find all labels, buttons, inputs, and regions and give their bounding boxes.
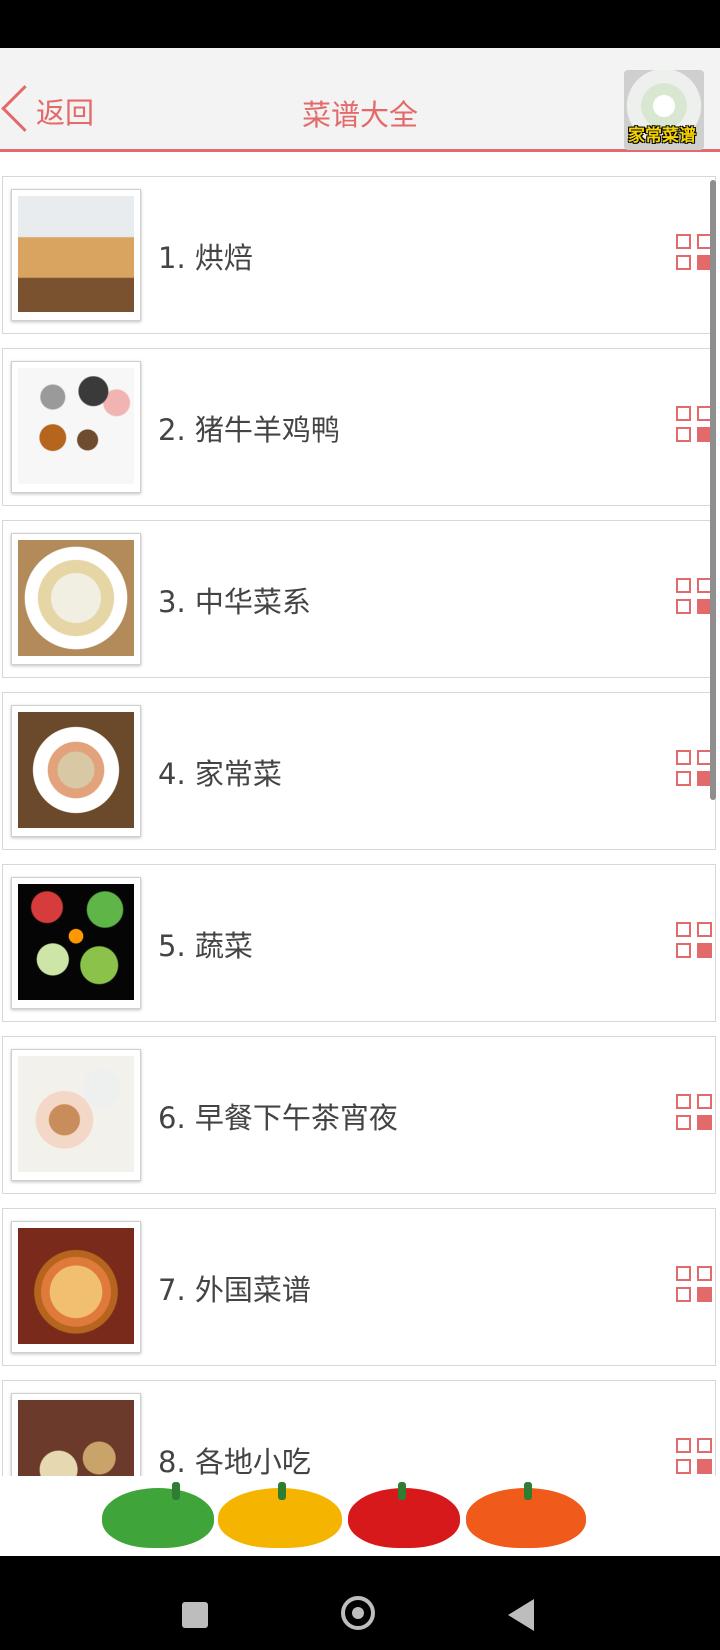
orange-pepper-image [466, 1482, 586, 1548]
grid-icon[interactable] [676, 578, 714, 616]
app-header: 返回 菜谱大全 [0, 48, 720, 152]
grid-icon[interactable] [676, 1266, 714, 1304]
list-item[interactable]: 5. 蔬菜 [2, 864, 716, 1022]
thumbnail-frame [11, 189, 141, 321]
red-pepper-image [348, 1482, 460, 1548]
ad-banner[interactable] [0, 1476, 720, 1556]
list-item-label: 5. 蔬菜 [158, 929, 253, 963]
list-item-label: 1. 烘焙 [158, 241, 253, 275]
home-icon[interactable] [341, 1596, 375, 1630]
logo-text: 家常菜谱 [628, 126, 696, 146]
list-item-label: 4. 家常菜 [158, 757, 282, 791]
yellow-pepper-image [218, 1482, 342, 1548]
list-item-label: 3. 中华菜系 [158, 585, 311, 619]
thumbnail-frame [11, 533, 141, 665]
app-logo: 家常菜谱 [624, 70, 704, 150]
thumbnail-frame [11, 1221, 141, 1353]
list-item-label: 7. 外国菜谱 [158, 1273, 311, 1307]
stirfry-thumbnail [18, 712, 134, 828]
system-nav-bar [0, 1556, 720, 1650]
list-item[interactable]: 1. 烘焙 [2, 176, 716, 334]
coffee-thumbnail [18, 1056, 134, 1172]
back-triangle-icon[interactable] [508, 1599, 534, 1631]
list-item-label: 8. 各地小吃 [158, 1445, 311, 1476]
grid-icon[interactable] [676, 1438, 714, 1476]
list-item[interactable]: 4. 家常菜 [2, 692, 716, 850]
recents-icon[interactable] [182, 1602, 208, 1628]
thumbnail-frame [11, 1049, 141, 1181]
bread-thumbnail [18, 196, 134, 312]
thumbnail-frame [11, 705, 141, 837]
grid-icon[interactable] [676, 406, 714, 444]
list-item[interactable]: 6. 早餐下午茶宵夜 [2, 1036, 716, 1194]
vegetables-thumbnail [18, 884, 134, 1000]
grid-icon[interactable] [676, 234, 714, 272]
thumbnail-frame [11, 877, 141, 1009]
list-item-label: 2. 猪牛羊鸡鸭 [158, 413, 340, 447]
page-title: 菜谱大全 [301, 98, 418, 132]
animals-thumbnail [18, 368, 134, 484]
thumbnail-frame [11, 1393, 141, 1476]
soup-thumbnail [18, 540, 134, 656]
scrollbar[interactable] [710, 180, 716, 800]
list-item[interactable]: 8. 各地小吃 [2, 1380, 716, 1476]
thumbnail-frame [11, 361, 141, 493]
list-item[interactable]: 7. 外国菜谱 [2, 1208, 716, 1366]
snacks-thumbnail [18, 1400, 134, 1476]
status-bar [0, 0, 720, 48]
pizza-thumbnail [18, 1228, 134, 1344]
list-item-label: 6. 早餐下午茶宵夜 [158, 1101, 398, 1135]
grid-icon[interactable] [676, 922, 714, 960]
grid-icon[interactable] [676, 1094, 714, 1132]
grid-icon[interactable] [676, 750, 714, 788]
green-pepper-image [102, 1482, 214, 1548]
recipe-category-list[interactable]: 1. 烘焙 2. 猪牛羊鸡鸭 3. 中华菜系 4. 家常菜 5. 蔬菜 6. 早… [0, 176, 720, 1476]
list-item[interactable]: 2. 猪牛羊鸡鸭 [2, 348, 716, 506]
list-item[interactable]: 3. 中华菜系 [2, 520, 716, 678]
